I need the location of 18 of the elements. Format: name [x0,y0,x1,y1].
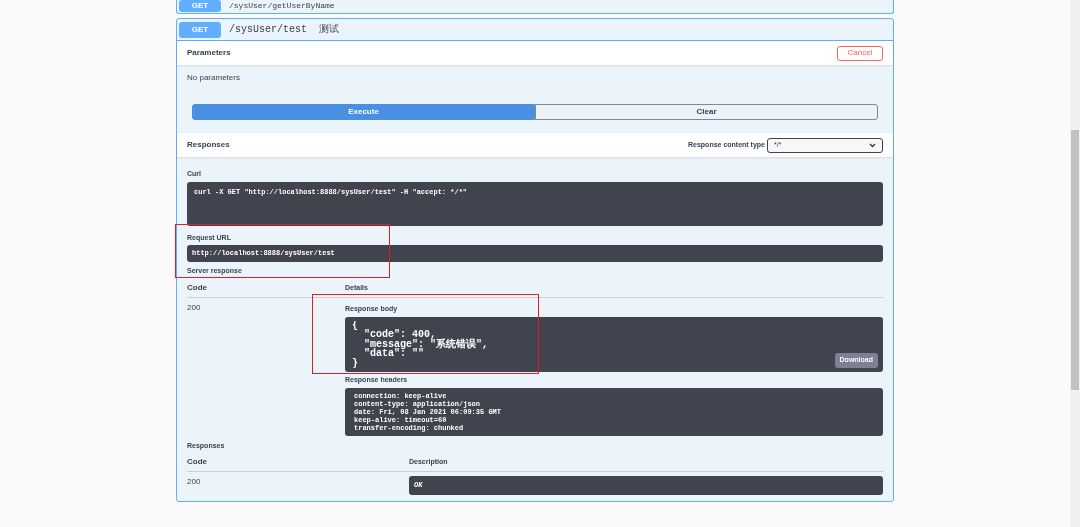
scrollbar-thumb[interactable] [1071,130,1079,390]
endpoint-path[interactable]: /sysUser/getUserByName [229,0,335,12]
column-header: Code [187,457,207,467]
endpoint-path[interactable]: /sysUser/test 测试 [229,22,339,37]
execute-button[interactable]: Execute [192,104,535,120]
cancel-button[interactable]: Cancel [837,45,883,61]
no-parameters-text: No parameters [187,72,241,84]
clear-button[interactable]: Clear [535,104,878,120]
response-code: 200 [187,477,201,487]
method-badge[interactable]: GET [179,0,221,12]
column-header: Code [187,283,207,292]
section-title: Parameters [187,47,231,59]
section-title: Responses [187,139,230,151]
scrollbar[interactable] [1070,0,1080,527]
response-code: 200 [187,303,201,312]
chevron-down-icon [869,142,876,148]
response-body-code: { "code": 400, "message": "系统错误", "data": "" } [352,320,488,368]
method-badge[interactable]: GET [179,21,221,38]
